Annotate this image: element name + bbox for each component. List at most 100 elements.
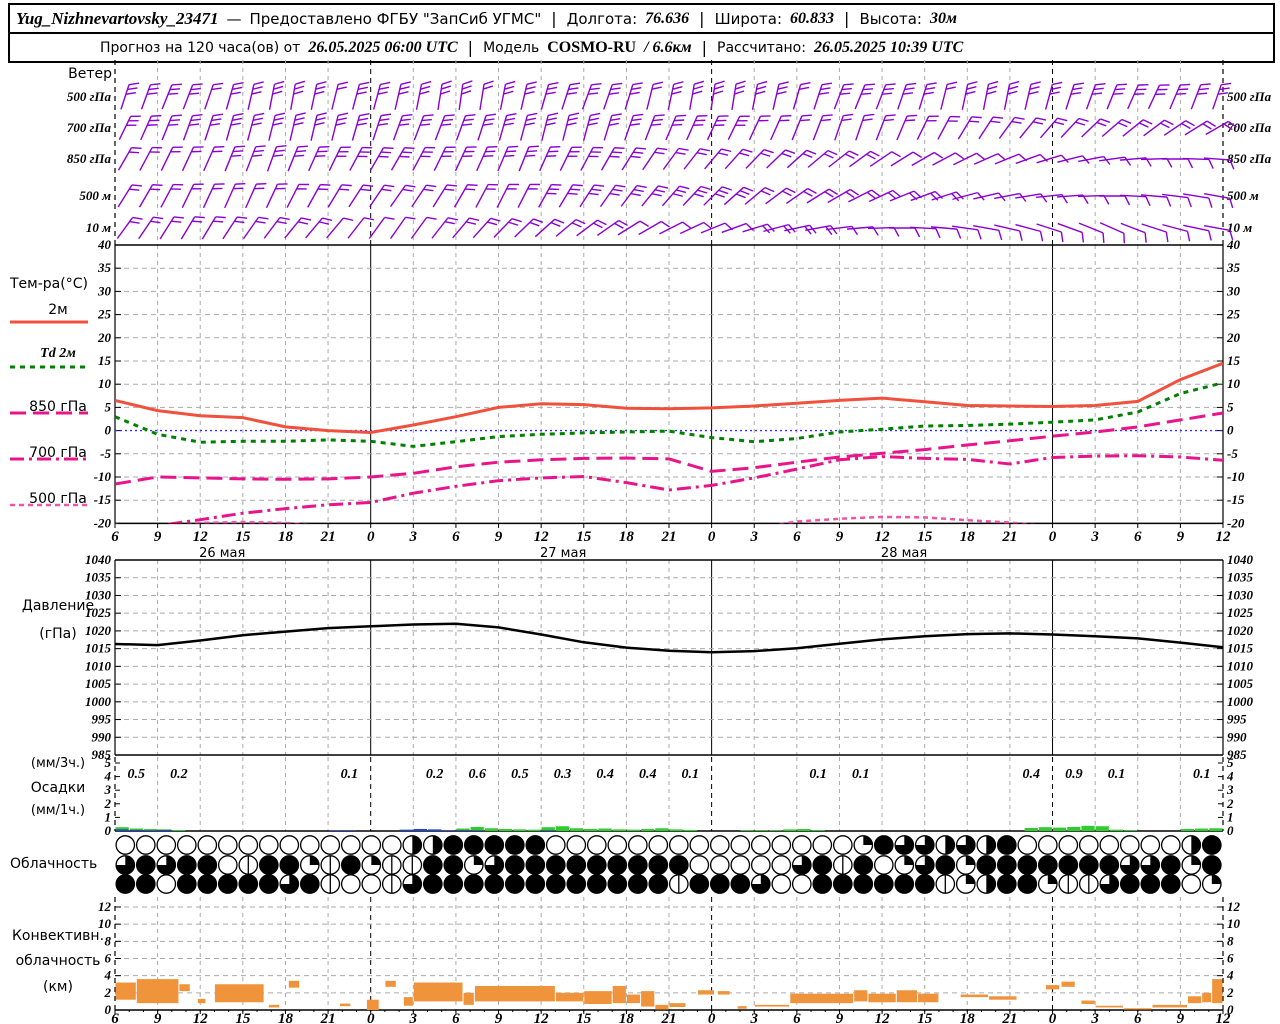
wind-barb-feather [359,112,370,117]
wind-barb [727,115,750,140]
cloud-cover-symbol [1119,835,1140,855]
wind-barb-staff [286,184,300,208]
cloud-cover-symbol [1078,835,1099,855]
wind-barb-staff [896,115,908,141]
temp-axis-label-left: 20 [97,330,112,345]
convective-cloud-bar [737,1006,747,1009]
convective-cloud-bar [790,993,854,1004]
cloud-cover-symbol [566,855,587,875]
wind-barb-feather [419,90,430,95]
precip-bar-blue [442,830,456,831]
wind-barb [937,115,961,140]
wind-barb-feather [466,146,477,148]
wind-barb-staff [411,184,427,208]
wind-barb [369,184,395,208]
wind-barb-feather [363,217,375,221]
precip-3h-value: 0.4 [639,767,657,782]
wind-barb-staff [662,148,680,170]
wind-barb [268,80,285,110]
wind-barb-staff [555,219,577,237]
hour-label-top: 21 [1001,529,1017,545]
wind-barb-feather [760,115,771,117]
wind-barb-feather [1187,197,1192,208]
wind-barb-staff [392,115,404,141]
precip-3h-value: 0.1 [852,767,870,782]
wind-barb-staff [514,218,534,238]
wind-barb-feather [340,146,351,149]
wind-barb [582,112,601,141]
wind-barb-staff [222,216,238,240]
wind-barb [307,183,331,208]
wind-barb [978,116,1004,140]
wind-barb [1044,81,1063,110]
wind-barb [807,150,838,168]
wind-barb-feather [632,82,643,86]
cloud-cover-symbol [463,835,484,855]
precip-3h-value: 0.1 [1193,767,1211,782]
pressure-axis-label-left: 1015 [85,641,112,656]
conv-axis-label-right: 4 [1226,968,1234,983]
cloud-cover-symbol [730,835,751,855]
wind-barb [458,80,473,110]
temp-axis-label-right: 20 [1226,330,1241,345]
wind-barb [202,183,225,209]
wind-level-label-left: 500 м [79,188,111,203]
convective-cloud-bar [1095,1005,1124,1008]
wind-barb [1078,155,1111,165]
cloud-cover-symbol [545,874,566,894]
wind-barb-staff [875,115,887,141]
wind-barb [1015,223,1044,242]
wind-barb-staff [493,218,513,238]
cloud-cover-symbol [443,874,464,894]
cloud-cover-symbol [115,874,136,894]
wind-barb-staff [268,115,276,141]
wind-barb [558,184,583,208]
hour-label-bottom: 18 [278,1011,294,1024]
wind-barb [1036,223,1064,243]
convective-cloud-bar [385,980,396,987]
wind-barb-feather [316,112,327,117]
wind-barb [265,183,288,209]
convective-cloud-bar [1152,1004,1187,1008]
wind-barb-staff [561,84,571,110]
wind-barb-staff [1106,84,1118,110]
cloud-cover-symbol [422,874,443,894]
wind-barb-feather [383,147,394,150]
precip-bar-green [626,829,641,831]
cloud-cover-symbol [1160,855,1181,875]
wind-barb [1003,80,1020,110]
wind-barb-feather [692,90,703,95]
cloud-cover-symbol [1037,835,1058,855]
wind-barb-staff [160,184,174,208]
wind-barb-staff [875,84,887,110]
cloud-cover-symbol-fill [412,835,422,855]
precip-bar-green [584,828,598,831]
wind-barb-feather [298,183,309,186]
wind-barb [1119,194,1151,207]
cloud-cover-symbol [340,835,361,855]
wind-barb-staff [661,185,681,207]
pressure-axis-label-left: 995 [92,712,112,727]
cloud-cover-symbol [668,835,689,855]
wind-barb-staff [641,185,659,207]
wind-barb-feather [213,82,224,86]
wind-barb [268,112,286,141]
cloud-cover-symbol [135,874,156,894]
wind-barb [331,81,349,110]
wind-barb-feather [1073,82,1085,86]
wind-barb-feather [173,216,184,219]
wind-barb-staff [642,147,658,171]
wind-barb-feather [1124,156,1132,166]
cloud-cover-symbol [1181,874,1202,894]
wind-barb-feather [421,80,432,85]
wind-barb-staff [1081,118,1101,138]
wind-barb-staff [351,84,361,110]
wind-barb-feather [654,114,665,117]
convective-cloud-bar [697,990,714,995]
precip-bar-green [1067,826,1081,831]
wind-barb [412,146,436,171]
precip-3h-value: 0.1 [809,767,827,782]
temp-axis-label-right: -10 [1227,469,1245,484]
wind-barb-staff [667,84,675,110]
wind-barb [413,114,434,141]
